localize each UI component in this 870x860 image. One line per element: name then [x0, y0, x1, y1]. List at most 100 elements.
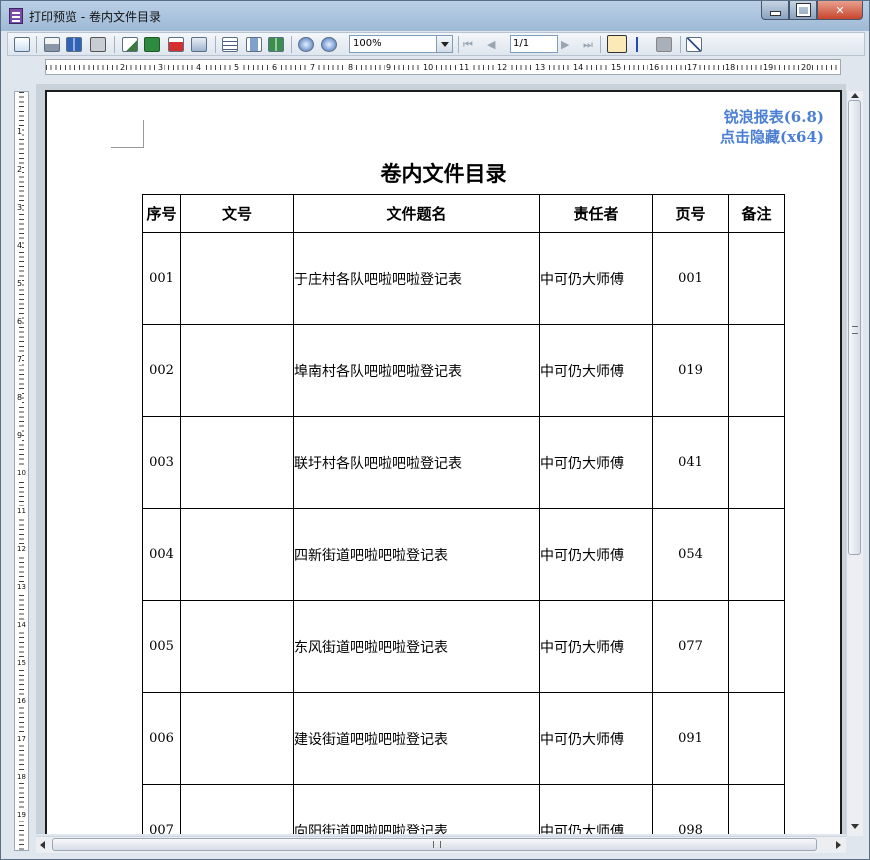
vertical-ruler: 1 2 3 4 5 6 7 8 9 10 11 12 13 14 15 16 1…: [14, 91, 29, 851]
app-icon: [9, 8, 23, 24]
horizontal-ruler: 2 3 4 5 6 7 8 9 10 11 12 13 14 15 16 17 …: [45, 59, 841, 75]
horizontal-scrollbar[interactable]: [36, 836, 846, 853]
mail-icon[interactable]: [191, 37, 207, 52]
table-row: 002 埠南村各队吧啦吧啦登记表 中可仍大师傅 019: [142, 324, 785, 417]
cell-name: 于庄村各队吧啦吧啦登记表: [293, 232, 540, 325]
cell-seq: 001: [142, 232, 181, 325]
minimize-button[interactable]: [761, 1, 789, 20]
toolbar-separator: [291, 36, 292, 53]
ruler-number: 19: [762, 63, 775, 72]
ruler-number: 10: [17, 468, 26, 479]
book-icon[interactable]: [66, 37, 82, 52]
export-icon[interactable]: [122, 37, 138, 52]
cell-page: 054: [652, 508, 729, 601]
copy-icon[interactable]: [656, 37, 672, 52]
cell-note: [728, 784, 785, 834]
column-header-note: 备注: [728, 194, 785, 233]
cell-responsible: 中可仍大师傅: [539, 324, 653, 417]
cell-note: [728, 692, 785, 785]
toolbar: 100% ⏮ ◀ 1/1 ▶ ⏭: [7, 32, 865, 56]
column-header-name: 文件题名: [293, 194, 540, 233]
preview-viewport[interactable]: 锐浪报表(6.8) 点击隐藏(x64) 卷内文件目录 序号 文号 文件题名 责任…: [36, 84, 846, 834]
ruler-number: 11: [17, 506, 26, 517]
multi-page-icon[interactable]: [268, 37, 284, 52]
ruler-number: 16: [648, 63, 661, 72]
grip-icon: [852, 326, 858, 334]
page-icon[interactable]: [246, 37, 262, 52]
tools-icon[interactable]: [90, 37, 106, 52]
prev-page-button[interactable]: ◀: [487, 38, 495, 51]
cell-doc-no: [180, 692, 294, 785]
cell-name: 东风街道吧啦吧啦登记表: [293, 600, 540, 693]
last-page-button[interactable]: ⏭: [583, 38, 593, 51]
cell-page: 001: [652, 232, 729, 325]
first-page-button[interactable]: ⏮: [463, 38, 473, 51]
ruler-number: 6: [271, 63, 279, 72]
chevron-down-icon[interactable]: [436, 36, 452, 52]
ruler-number: 2: [119, 63, 127, 72]
cell-seq: 006: [142, 692, 181, 785]
margin-mark: [143, 120, 144, 148]
table-row: 003 联圩村各队吧啦吧啦登记表 中可仍大师傅 041: [142, 416, 785, 509]
ruler-number: 14: [17, 620, 26, 631]
print-preview-window: 打印预览 - 卷内文件目录 ✕ 100% ⏮ ◀ 1/1 ▶ ⏭ 2 3 4 5…: [0, 0, 870, 860]
cell-doc-no: [180, 508, 294, 601]
ruler-number: 20: [800, 63, 813, 72]
cell-doc-no: [180, 416, 294, 509]
cell-page: 091: [652, 692, 729, 785]
cell-page: 098: [652, 784, 729, 834]
cell-note: [728, 324, 785, 417]
cell-note: [728, 600, 785, 693]
ruler-number: 19: [17, 810, 26, 821]
column-header-seq: 序号: [142, 194, 181, 233]
zoom-in-icon[interactable]: [298, 37, 314, 52]
cell-name: 联圩村各队吧啦吧啦登记表: [293, 416, 540, 509]
scroll-right-icon[interactable]: [836, 841, 841, 849]
zoom-out-icon[interactable]: [321, 37, 337, 52]
cell-doc-no: [180, 232, 294, 325]
cell-responsible: 中可仍大师傅: [539, 416, 653, 509]
ruler-number: 13: [534, 63, 547, 72]
scroll-down-icon[interactable]: [851, 824, 859, 829]
text-select-icon[interactable]: [632, 37, 642, 52]
ruler-number: 16: [17, 696, 26, 707]
page-number-input[interactable]: 1/1: [510, 35, 558, 53]
cell-page: 041: [652, 416, 729, 509]
ruler-number: 3: [17, 202, 23, 213]
close-button[interactable]: ✕: [817, 1, 863, 20]
watermark[interactable]: 锐浪报表(6.8) 点击隐藏(x64): [720, 107, 824, 147]
printer-icon[interactable]: [44, 37, 60, 52]
vertical-scroll-thumb[interactable]: [848, 100, 861, 555]
next-page-button[interactable]: ▶: [561, 38, 569, 51]
horizontal-scroll-thumb[interactable]: [52, 838, 817, 851]
layout-icon[interactable]: [222, 37, 238, 52]
watermark-line1: 锐浪报表(6.8): [723, 108, 824, 126]
vertical-scrollbar[interactable]: [846, 91, 863, 836]
ruler-number: 7: [17, 354, 23, 365]
catalog-table: 序号 文号 文件题名 责任者 页号 备注 001 于庄村各队吧啦吧啦登记表 中可…: [142, 194, 785, 834]
report-page: 锐浪报表(6.8) 点击隐藏(x64) 卷内文件目录 序号 文号 文件题名 责任…: [45, 90, 842, 834]
hand-icon[interactable]: [607, 35, 627, 53]
cell-seq: 005: [142, 600, 181, 693]
scroll-up-icon[interactable]: [851, 93, 859, 98]
ruler-number: 9: [17, 430, 23, 441]
excel-icon[interactable]: [144, 37, 160, 52]
cell-seq: 003: [142, 416, 181, 509]
scroll-left-icon[interactable]: [40, 841, 45, 849]
zoom-select[interactable]: 100%: [349, 35, 453, 53]
table-row: 001 于庄村各队吧啦吧啦登记表 中可仍大师傅 001: [142, 232, 785, 325]
cell-note: [728, 232, 785, 325]
page-setup-icon[interactable]: [14, 37, 30, 52]
pdf-icon[interactable]: [168, 37, 184, 52]
toolbar-separator: [600, 36, 601, 53]
ruler-number: 11: [458, 63, 471, 72]
report-title: 卷内文件目录: [380, 161, 507, 186]
ruler-number: 14: [572, 63, 585, 72]
toolbar-separator: [114, 36, 115, 53]
cell-doc-no: [180, 324, 294, 417]
title-bar[interactable]: 打印预览 - 卷内文件目录 ✕: [1, 1, 869, 31]
maximize-button[interactable]: [789, 1, 817, 20]
close-preview-icon[interactable]: [686, 37, 702, 52]
cell-responsible: 中可仍大师傅: [539, 232, 653, 325]
watermark-line2: 点击隐藏(x64): [719, 128, 824, 146]
